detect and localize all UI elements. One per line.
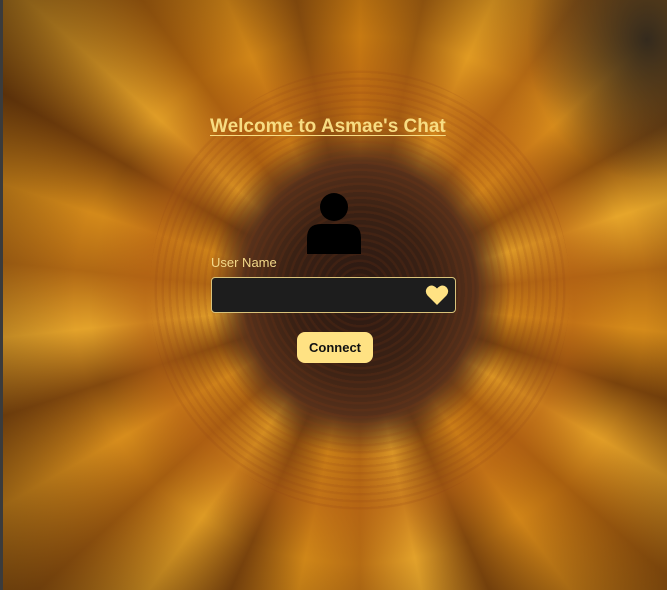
username-input[interactable] xyxy=(212,278,422,312)
background-shadow xyxy=(527,0,667,200)
heart-icon xyxy=(425,284,449,306)
login-screen: Welcome to Asmae's Chat User Name Connec… xyxy=(0,0,667,590)
user-avatar-icon xyxy=(305,192,363,254)
username-field-container xyxy=(211,277,456,313)
connect-button[interactable]: Connect xyxy=(297,332,373,363)
window-edge xyxy=(0,0,3,590)
page-title: Welcome to Asmae's Chat xyxy=(210,116,446,137)
username-label: User Name xyxy=(211,255,277,270)
